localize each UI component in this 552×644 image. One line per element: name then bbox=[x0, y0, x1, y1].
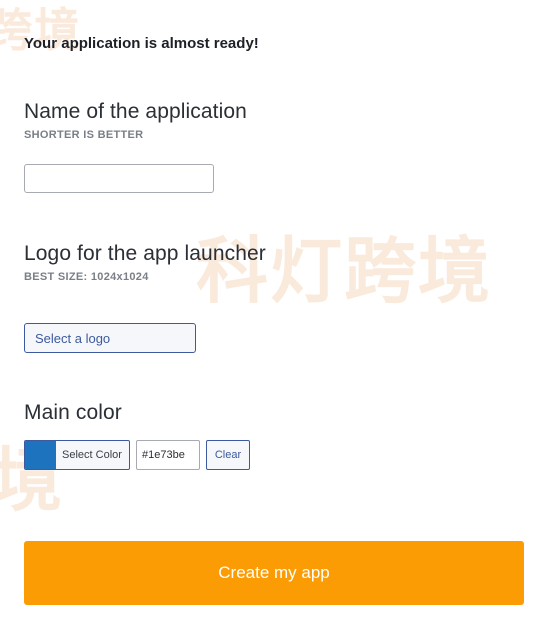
main-color-heading: Main color bbox=[24, 401, 122, 424]
color-swatch bbox=[25, 441, 56, 469]
select-color-button[interactable]: Select Color bbox=[24, 440, 130, 470]
create-app-button[interactable]: Create my app bbox=[24, 541, 524, 605]
logo-hint: BEST SIZE: 1024x1024 bbox=[24, 271, 149, 283]
select-logo-button[interactable]: Select a logo bbox=[24, 323, 196, 353]
app-name-input[interactable] bbox=[24, 164, 214, 193]
app-name-heading: Name of the application bbox=[24, 100, 247, 123]
ready-notice: Your application is almost ready! bbox=[24, 35, 259, 52]
app-name-hint: SHORTER IS BETTER bbox=[24, 129, 144, 141]
app-setup-page: 跨境 科灯跨境 境 Your application is almost rea… bbox=[0, 0, 552, 644]
color-hex-input[interactable] bbox=[136, 440, 200, 470]
clear-color-button[interactable]: Clear bbox=[206, 440, 250, 470]
select-color-label: Select Color bbox=[62, 449, 122, 461]
logo-heading: Logo for the app launcher bbox=[24, 242, 266, 265]
